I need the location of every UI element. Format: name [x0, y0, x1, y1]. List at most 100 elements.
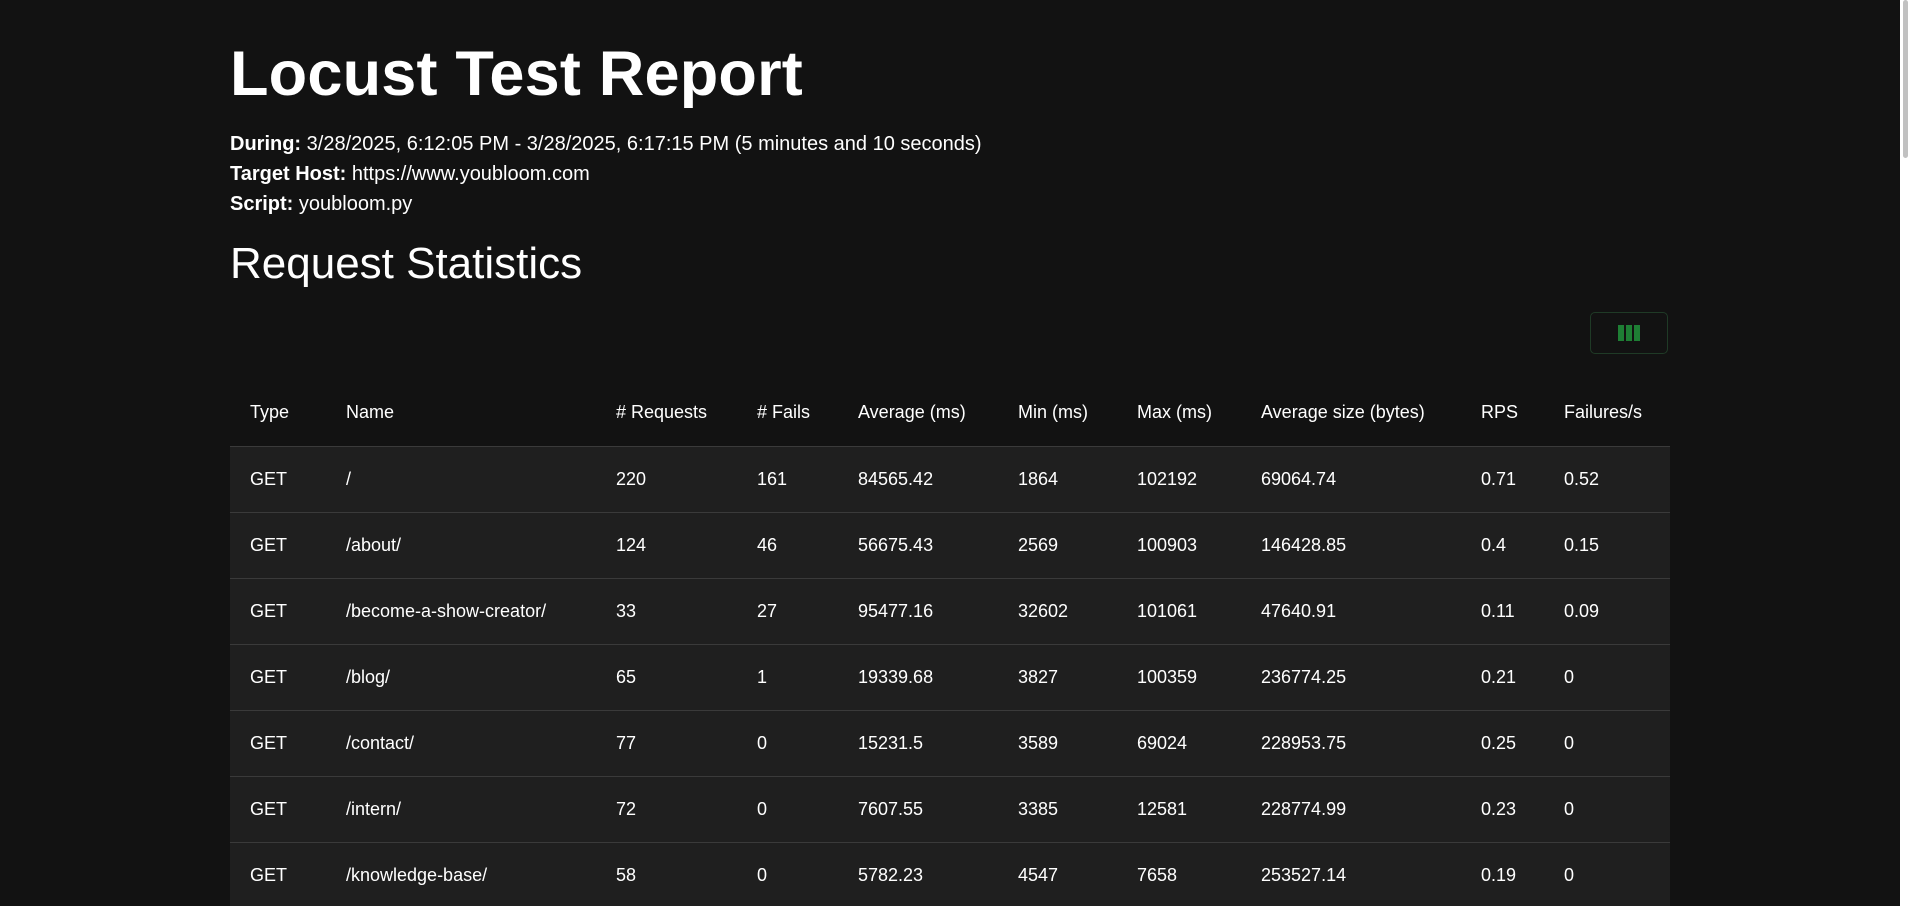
column-header: Type	[230, 380, 326, 447]
table-cell: 33	[596, 578, 737, 645]
table-cell: 7607.55	[838, 776, 998, 843]
table-cell: 77	[596, 710, 737, 777]
request-statistics-title: Request Statistics	[230, 239, 583, 288]
columns-toggle-button[interactable]	[1590, 312, 1668, 354]
table-cell: GET	[230, 644, 326, 711]
table-cell: 3385	[998, 776, 1117, 843]
table-cell: /become-a-show-creator/	[326, 578, 596, 645]
report-title: Locust Test Report	[230, 39, 803, 109]
table-cell: 124	[596, 512, 737, 579]
during-row: During: 3/28/2025, 6:12:05 PM - 3/28/202…	[230, 129, 982, 159]
during-label: During:	[230, 133, 302, 155]
table-cell: 0	[737, 710, 838, 777]
table-row: GET/blog/65 1 19339.68 3827 100359 236774.25 0…	[230, 644, 1670, 711]
table-cell: 0.19	[1461, 842, 1544, 906]
table-cell: 2569	[998, 512, 1117, 579]
table-cell: 84565.42	[838, 446, 998, 513]
table-cell: 56675.43	[838, 512, 998, 579]
table-cell: /contact/	[326, 710, 596, 777]
table-cell: 95477.16	[838, 578, 998, 645]
table-cell: 0	[1544, 842, 1670, 906]
table-cell: 1864	[998, 446, 1117, 513]
table-cell: 47640.91	[1241, 578, 1461, 645]
table-row: GET/contact/77 0 15231.5 3589 69024 228953.75…	[230, 710, 1670, 777]
table-cell: 0	[737, 776, 838, 843]
table-cell: /intern/	[326, 776, 596, 843]
table-row: GET/intern/72 0 7607.55 3385 12581 228774.99 0…	[230, 776, 1670, 843]
table-cell: 236774.25	[1241, 644, 1461, 711]
table-cell: 65	[596, 644, 737, 711]
table-cell: 161	[737, 446, 838, 513]
table-row: GET/about/124 46 56675.43 2569 100903 146428.…	[230, 512, 1670, 579]
vertical-scrollbar[interactable]	[1900, 0, 1909, 906]
table-cell: 0.25	[1461, 710, 1544, 777]
table-cell: /	[326, 446, 596, 513]
table-cell: 72	[596, 776, 737, 843]
column-header: # Requests	[596, 380, 737, 447]
table-cell: 0.15	[1544, 512, 1670, 579]
table-cell: GET	[230, 776, 326, 843]
table-cell: 228774.99	[1241, 776, 1461, 843]
table-body: GET/220 161 84565.42 1864 102192 69064.74 0.71…	[230, 446, 1670, 906]
table-cell: 3589	[998, 710, 1117, 777]
table-cell: GET	[230, 710, 326, 777]
table-row: GET/become-a-show-creator/33 27 95477.16 32…	[230, 578, 1670, 645]
column-header: Min (ms)	[998, 380, 1117, 447]
table-cell: 0.21	[1461, 644, 1544, 711]
table-cell: 5782.23	[838, 842, 998, 906]
table-cell: 3827	[998, 644, 1117, 711]
table-cell: 69064.74	[1241, 446, 1461, 513]
target-host-value: https://www.youbloom.com	[351, 163, 590, 185]
table-header: Type Name # Requests # Fails Average (ms) Min…	[230, 380, 1670, 447]
columns-icon	[1618, 325, 1640, 341]
table-cell: 0	[1544, 644, 1670, 711]
script-label: Script:	[230, 193, 294, 215]
table-cell: 7658	[1117, 842, 1241, 906]
table-cell: 12581	[1117, 776, 1241, 843]
script-value: youbloom.py	[298, 193, 413, 215]
table-cell: GET	[230, 512, 326, 579]
target-host-row: Target Host: https://www.youbloom.com	[230, 159, 982, 189]
table-cell: 228953.75	[1241, 710, 1461, 777]
table-cell: 32602	[998, 578, 1117, 645]
table-cell: 1	[737, 644, 838, 711]
table-cell: 0.71	[1461, 446, 1544, 513]
table-cell: 0.52	[1544, 446, 1670, 513]
table-cell: 146428.85	[1241, 512, 1461, 579]
request-statistics-table: Type Name # Requests # Fails Average (ms) Min…	[230, 380, 1670, 906]
table-cell: 0.4	[1461, 512, 1544, 579]
table-cell: /blog/	[326, 644, 596, 711]
column-header: RPS	[1461, 380, 1544, 447]
table-cell: /knowledge-base/	[326, 842, 596, 906]
scrollbar-thumb[interactable]	[1903, 0, 1908, 158]
table-cell: 0.11	[1461, 578, 1544, 645]
report-meta: During: 3/28/2025, 6:12:05 PM - 3/28/202…	[230, 129, 982, 219]
table-cell: 46	[737, 512, 838, 579]
table-cell: 0.23	[1461, 776, 1544, 843]
table-cell: 253527.14	[1241, 842, 1461, 906]
script-row: Script: youbloom.py	[230, 189, 982, 219]
table-cell: 0	[737, 842, 838, 906]
table-cell: /about/	[326, 512, 596, 579]
during-value: 3/28/2025, 6:12:05 PM - 3/28/2025, 6:17:…	[306, 133, 982, 155]
report-page: Locust Test Report During: 3/28/2025, 6:…	[0, 0, 1909, 906]
table-cell: 4547	[998, 842, 1117, 906]
table-row: GET/knowledge-base/58 0 5782.23 4547 7658 253…	[230, 842, 1670, 906]
table-cell: 15231.5	[838, 710, 998, 777]
table-cell: GET	[230, 578, 326, 645]
table-cell: 27	[737, 578, 838, 645]
column-header: Failures/s	[1544, 380, 1670, 447]
table-cell: 100903	[1117, 512, 1241, 579]
table-cell: GET	[230, 446, 326, 513]
column-header: # Fails	[737, 380, 838, 447]
table-cell: 100359	[1117, 644, 1241, 711]
table-cell: 0	[1544, 776, 1670, 843]
table-row: GET/220 161 84565.42 1864 102192 69064.74 0.71…	[230, 446, 1670, 513]
table-cell: 220	[596, 446, 737, 513]
table-cell: 58	[596, 842, 737, 906]
column-header: Average size (bytes)	[1241, 380, 1461, 447]
table-cell: 69024	[1117, 710, 1241, 777]
column-header: Name	[326, 380, 596, 447]
table-cell: 19339.68	[838, 644, 998, 711]
table-cell: 102192	[1117, 446, 1241, 513]
